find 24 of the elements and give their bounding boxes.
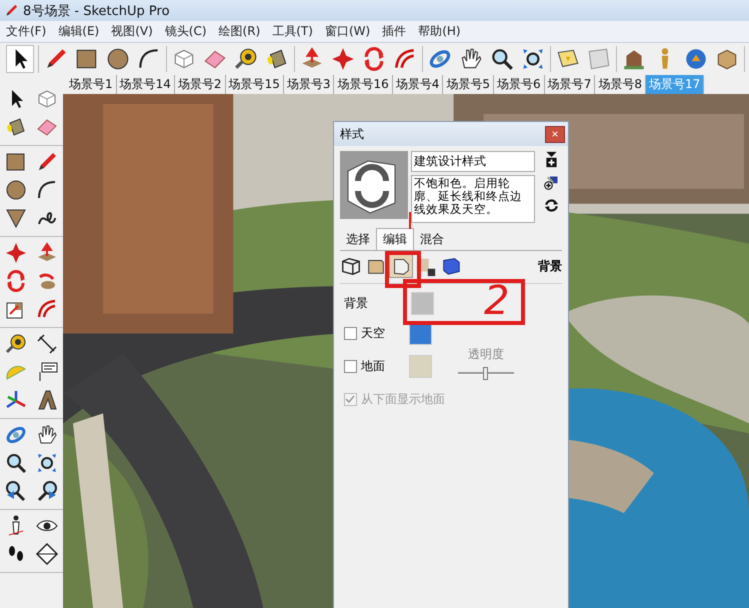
menu-item[interactable]: 镜头(C) — [164, 23, 207, 40]
close-button[interactable]: × — [545, 126, 565, 142]
panel-title: 样式 — [340, 126, 364, 142]
style-name-field[interactable]: 建筑设计样式 — [411, 151, 535, 172]
menu-item[interactable]: 绘图(R) — [218, 23, 260, 40]
setting-label: 背景 — [344, 295, 369, 312]
menu-item[interactable]: 编辑(E) — [58, 23, 100, 40]
menu-item[interactable]: 视图(V) — [111, 23, 153, 40]
description-field[interactable]: 不饱和色。启用轮廓、延长线和终点边线效果及天空。 — [411, 175, 535, 223]
panel-tab[interactable]: 混合 — [414, 228, 450, 250]
menu-item[interactable]: 窗口(W) — [324, 23, 370, 40]
menu-item[interactable]: 工具(T) — [272, 23, 313, 40]
menu-item[interactable]: 文件(F) — [6, 23, 46, 40]
panel-tab[interactable]: 编辑 — [376, 228, 414, 250]
section-title: 背景 — [538, 258, 562, 274]
menu-item[interactable]: 帮助(H) — [418, 23, 461, 40]
annotation-label: 2 — [484, 278, 510, 324]
setting-label: 从下面显示地面 — [361, 391, 445, 408]
menu-item[interactable]: 插件 — [382, 23, 406, 40]
window-title: 8号场景 - SketchUp Pro — [23, 2, 170, 20]
opacity-label: 透明度 — [468, 346, 504, 363]
setting-label: 地面 — [361, 358, 386, 374]
setting-label: 天空 — [361, 325, 386, 342]
panel-tab[interactable]: 选择 — [340, 228, 376, 250]
